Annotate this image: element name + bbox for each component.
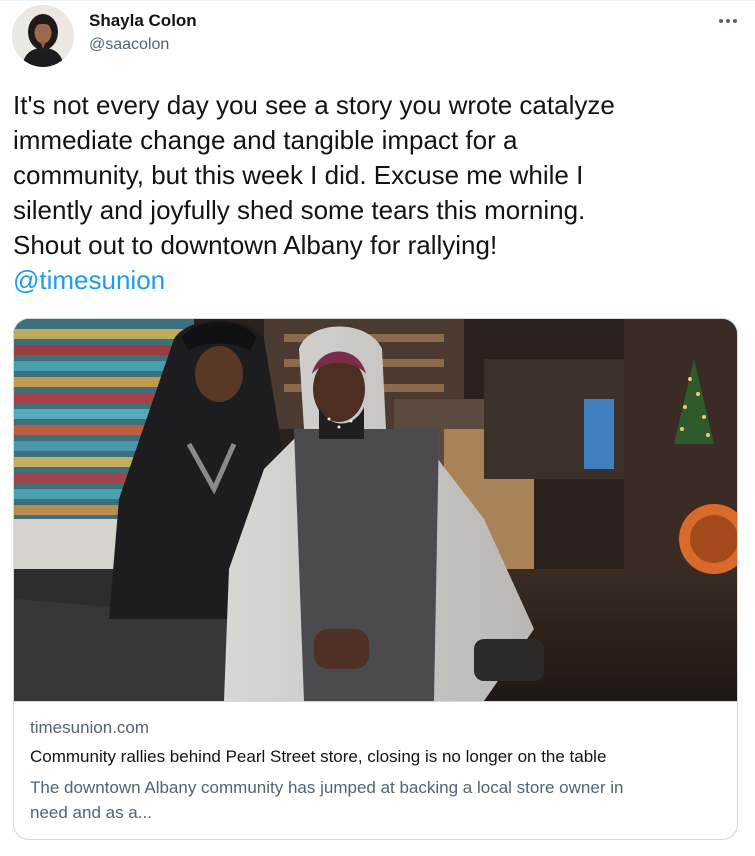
tweet-line: community, but this week I did. Excuse m…: [13, 160, 584, 190]
card-description: The downtown Albany community has jumped…: [30, 775, 720, 825]
top-divider: [0, 0, 755, 1]
tweet-line: silently and joyfully shed some tears th…: [13, 195, 586, 225]
author-name[interactable]: Shayla Colon: [89, 11, 197, 31]
card-description-line: need and as a...: [30, 803, 152, 822]
tweet-line: immediate change and tangible impact for…: [13, 125, 518, 155]
more-horizontal-icon[interactable]: [715, 10, 741, 32]
author-handle[interactable]: @saacolon: [89, 36, 169, 54]
card-domain: timesunion.com: [30, 718, 150, 737]
card-description-line: The downtown Albany community has jumped…: [30, 778, 624, 797]
link-preview-card[interactable]: timesunion.com Community rallies behind …: [13, 318, 738, 840]
avatar[interactable]: [12, 5, 74, 67]
avatar-photo: [12, 5, 74, 67]
mention-link[interactable]: @timesunion: [13, 263, 738, 298]
tweet-text: It's not every day you see a story you w…: [13, 88, 738, 298]
card-title: Community rallies behind Pearl Street st…: [30, 747, 607, 766]
tweet-line: Shout out to downtown Albany for rallyin…: [13, 230, 498, 260]
article-photo: [14, 319, 737, 701]
card-divider: [14, 701, 737, 702]
tweet-line: It's not every day you see a story you w…: [13, 90, 615, 120]
